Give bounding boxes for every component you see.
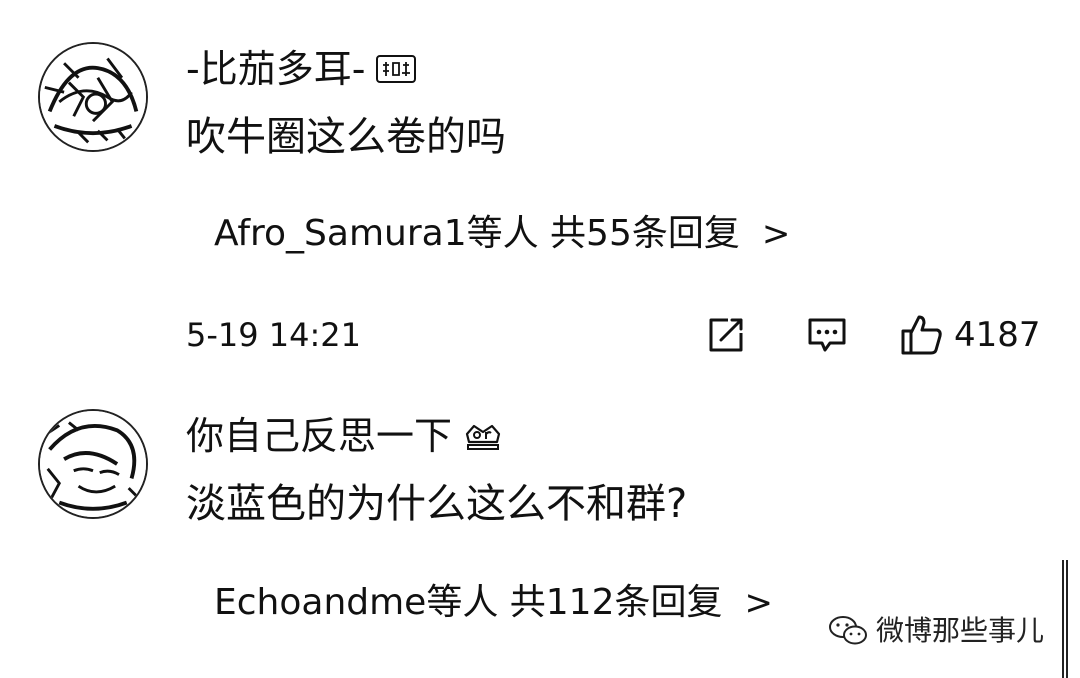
avatar[interactable] <box>38 409 148 519</box>
avatar[interactable] <box>38 42 148 152</box>
like-count: 4187 <box>954 315 1041 355</box>
comment-meta-row: 5-19 14:21 4187 <box>186 310 1046 360</box>
watermark-text: 微博那些事儿 <box>875 614 1044 647</box>
crown-badge-icon <box>462 420 504 452</box>
like-button[interactable]: 4187 <box>900 315 1041 355</box>
chevron-right-icon: > <box>761 214 791 254</box>
comment-button[interactable] <box>806 315 848 355</box>
thumbs-up-icon <box>901 315 942 355</box>
scrollbar[interactable] <box>1062 560 1068 678</box>
avatar-image <box>40 411 146 517</box>
replies-label: Echoandme等人 共112条回复 <box>214 582 723 623</box>
comment-item: -比茄多耳- 吹牛圈这么卷的吗 Afro_Samura1等人 共55条回复 > … <box>0 0 1080 395</box>
comment-text: 淡蓝色的为什么这么不和群? <box>186 481 688 527</box>
wechat-icon <box>828 616 867 645</box>
username-row: 你自己反思一下 <box>186 411 504 461</box>
comment-icon <box>808 318 846 352</box>
avatar-image <box>40 44 146 150</box>
view-replies-link[interactable]: Afro_Samura1等人 共55条回复 > <box>214 210 790 258</box>
comment-text: 吹牛圈这么卷的吗 <box>186 114 506 160</box>
timestamp: 5-19 14:21 <box>186 316 362 354</box>
view-replies-link[interactable]: Echoandme等人 共112条回复 > <box>214 579 773 627</box>
username-row: -比茄多耳- <box>186 44 417 94</box>
repost-icon <box>709 318 743 352</box>
username[interactable]: 你自己反思一下 <box>186 411 452 461</box>
username[interactable]: -比茄多耳- <box>186 44 365 94</box>
chevron-right-icon: > <box>744 583 773 623</box>
repost-button[interactable] <box>706 315 746 355</box>
fan-badge-icon <box>375 53 417 85</box>
watermark: 微博那些事儿 <box>828 608 1044 654</box>
replies-label: Afro_Samura1等人 共55条回复 <box>214 213 740 254</box>
